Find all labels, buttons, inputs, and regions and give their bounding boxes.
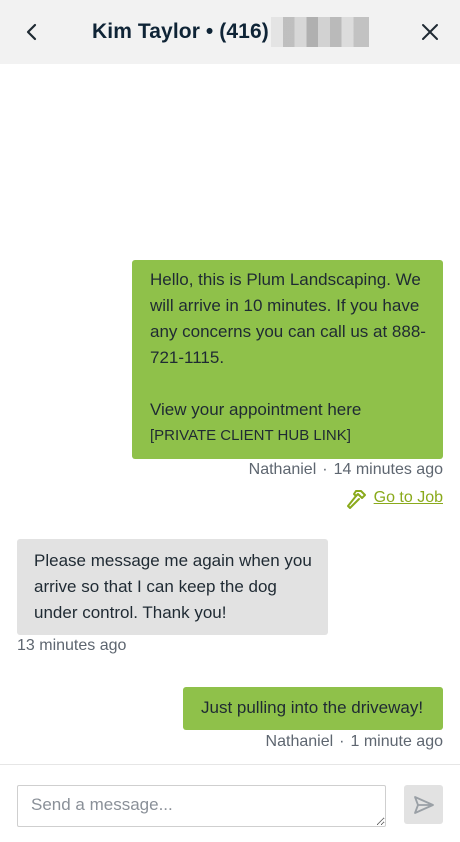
message-line: any concerns you can call us at 888- (150, 322, 426, 341)
back-button[interactable] (18, 18, 46, 46)
outgoing-message-bubble: Just pulling into the driveway! (183, 687, 443, 730)
chevron-left-icon (26, 23, 37, 41)
incoming-message-bubble: Please message me again when you arrive … (17, 539, 328, 635)
client-hub-link[interactable]: [PRIVATE CLIENT HUB LINK] (150, 423, 425, 449)
message-line: View your appointment here (150, 400, 362, 419)
hammer-icon (346, 490, 366, 509)
message-time: 1 minute ago (350, 733, 443, 750)
send-button[interactable] (404, 785, 443, 824)
message-composer (0, 764, 460, 842)
message-line (150, 371, 425, 397)
message-meta: Nathaniel · 1 minute ago (266, 733, 443, 751)
go-to-job-link[interactable]: Go to Job (346, 487, 443, 509)
redacted-phone-number (270, 17, 369, 47)
meta-separator: · (322, 461, 328, 478)
message-line: will arrive in 10 minutes. If you have (150, 296, 420, 315)
conversation-header: Kim Taylor • (416) (0, 0, 460, 64)
message-meta: Nathaniel · 14 minutes ago (249, 461, 443, 479)
message-line: arrive so that I can keep the dog (34, 577, 277, 596)
message-line: 721-1115. (150, 348, 225, 367)
message-line: under control. Thank you! (34, 603, 227, 622)
message-meta: 13 minutes ago (17, 637, 126, 655)
message-line: Just pulling into the driveway! (201, 698, 424, 717)
meta-separator: · (339, 733, 345, 750)
send-icon (413, 795, 434, 814)
contact-name-phone: Kim Taylor • (416) (92, 20, 269, 43)
message-time: 14 minutes ago (333, 461, 443, 478)
message-input[interactable] (17, 785, 386, 827)
go-to-job-label: Go to Job (373, 489, 443, 506)
close-icon (422, 24, 438, 40)
close-button[interactable] (416, 18, 444, 46)
conversation-title: Kim Taylor • (416) (92, 17, 369, 47)
message-line: Please message me again when you (34, 551, 312, 570)
message-time: 13 minutes ago (17, 637, 127, 654)
message-thread: Hello, this is Plum Landscaping. We will… (0, 64, 460, 764)
sender-name: Nathaniel (265, 733, 334, 750)
message-line: Hello, this is Plum Landscaping. We (150, 270, 421, 289)
outgoing-message-bubble: Hello, this is Plum Landscaping. We will… (132, 260, 443, 459)
sender-name: Nathaniel (248, 461, 317, 478)
